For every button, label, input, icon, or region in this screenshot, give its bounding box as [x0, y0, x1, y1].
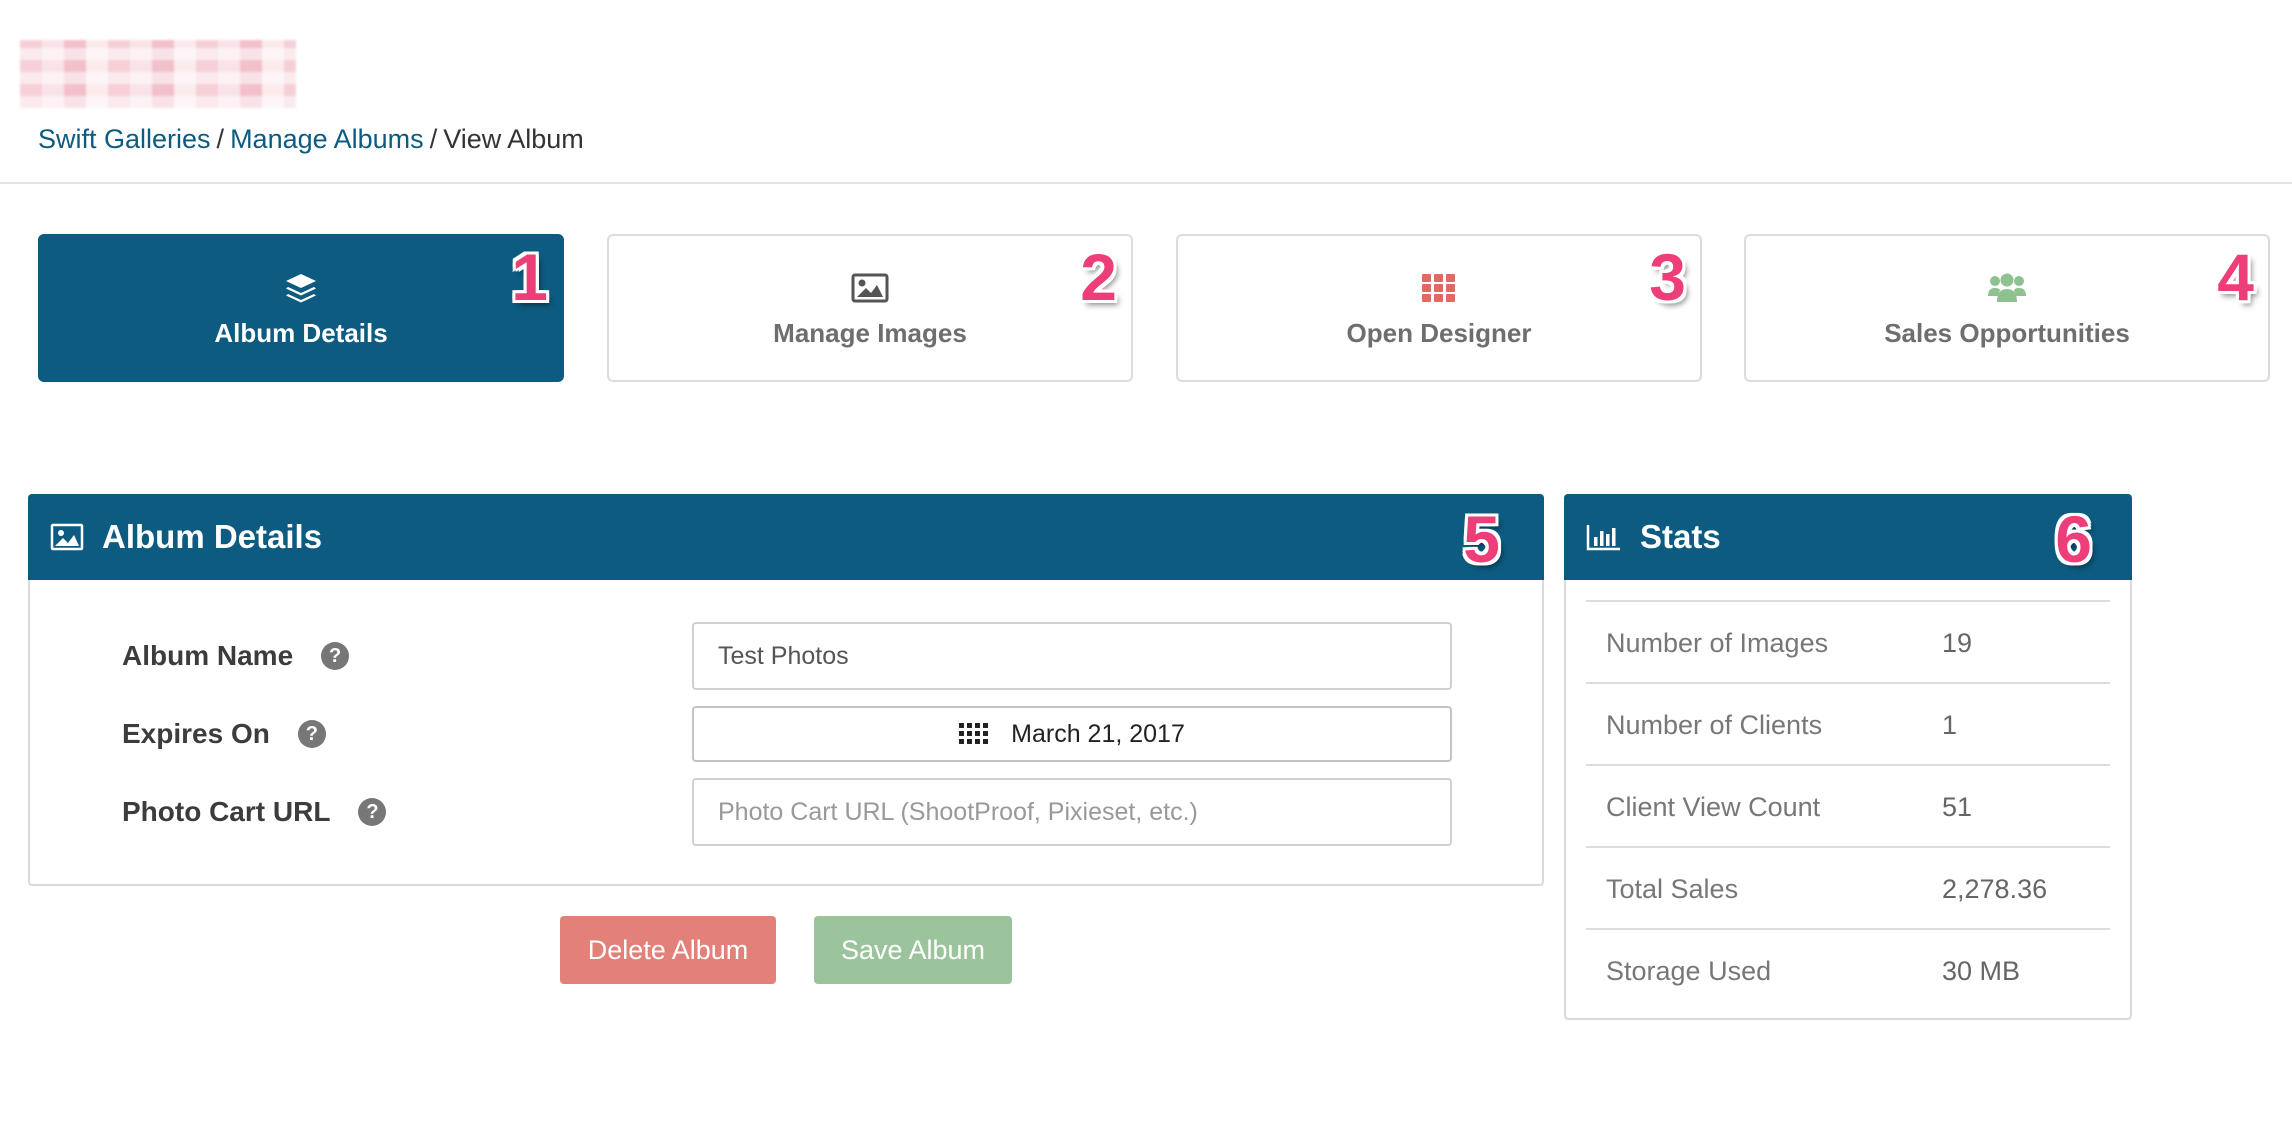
- breadcrumb-separator: /: [216, 124, 225, 154]
- save-album-button[interactable]: Save Album: [814, 916, 1012, 984]
- image-icon: [851, 268, 889, 308]
- marker-number: 3: [1649, 240, 1686, 314]
- tile-manage-images[interactable]: Manage Images 2: [607, 234, 1133, 382]
- tile-label: Sales Opportunities: [1884, 317, 2130, 348]
- field-label: Expires On ?: [122, 718, 326, 750]
- photo-cart-url-input[interactable]: [692, 778, 1452, 846]
- marker-number: 1: [511, 240, 548, 314]
- marker-number: 6: [2055, 502, 2092, 576]
- album-name-label: Album Name: [122, 640, 294, 671]
- help-icon[interactable]: ?: [358, 798, 387, 826]
- photo-cart-url-label: Photo Cart URL: [122, 796, 331, 827]
- stats-panel: Stats 6 Number of Images 19 Number of Cl…: [1564, 494, 2132, 1020]
- expires-on-value: March 21, 2017: [1011, 719, 1185, 748]
- album-details-panel: Album Details 5 Album Name ? Expires On …: [28, 494, 1544, 886]
- tile-label: Manage Images: [773, 317, 967, 348]
- panel-title: Stats: [1640, 518, 1721, 555]
- stat-label: Number of Images: [1606, 627, 1829, 658]
- stat-row: Number of Images 19: [1586, 600, 2110, 684]
- marker-number: 5: [1463, 502, 1500, 576]
- stat-value: 2,278.36: [1942, 873, 2048, 904]
- picture-icon: [50, 523, 84, 551]
- form-row-photo-cart-url: Photo Cart URL ?: [30, 778, 1542, 846]
- album-name-input[interactable]: [692, 622, 1452, 690]
- stat-label: Total Sales: [1606, 873, 1739, 904]
- tile-sales-opportunities[interactable]: Sales Opportunities 4: [1744, 234, 2270, 382]
- header-divider: [0, 182, 2292, 184]
- form-row-album-name: Album Name ?: [30, 622, 1542, 690]
- stat-value: 1: [1942, 709, 1958, 740]
- calendar-icon: [959, 723, 989, 745]
- stat-row: Number of Clients 1: [1586, 682, 2110, 766]
- tile-open-designer[interactable]: Open Designer 3: [1176, 234, 1702, 382]
- breadcrumb-link-home[interactable]: Swift Galleries: [38, 124, 211, 154]
- tile-album-details[interactable]: Album Details 1: [38, 234, 564, 382]
- grid-icon: [1421, 268, 1457, 308]
- layers-icon: [284, 268, 318, 308]
- field-label: Album Name ?: [122, 640, 350, 672]
- stat-value: 19: [1942, 627, 1973, 658]
- help-icon[interactable]: ?: [321, 642, 350, 670]
- stat-label: Number of Clients: [1606, 709, 1823, 740]
- panel-title: Album Details: [102, 518, 323, 555]
- delete-album-button[interactable]: Delete Album: [560, 916, 776, 984]
- tile-label: Album Details: [214, 317, 388, 348]
- stat-value: 30 MB: [1942, 955, 2021, 986]
- stat-label: Client View Count: [1606, 791, 1821, 822]
- breadcrumb-separator: /: [429, 124, 438, 154]
- logo: [20, 40, 296, 108]
- marker-number: 2: [1080, 240, 1117, 314]
- panel-header: Album Details 5: [28, 494, 1544, 580]
- breadcrumb-link-manage-albums[interactable]: Manage Albums: [230, 124, 424, 154]
- stat-row: Client View Count 51: [1586, 764, 2110, 848]
- users-icon: [1987, 268, 2027, 308]
- marker-number: 4: [2217, 240, 2254, 314]
- breadcrumb: Swift Galleries / Manage Albums / View Album: [38, 124, 584, 155]
- stat-value: 51: [1942, 791, 1973, 822]
- stat-row: Storage Used 30 MB: [1586, 928, 2110, 1012]
- field-label: Photo Cart URL ?: [122, 796, 387, 828]
- stat-label: Storage Used: [1606, 955, 1772, 986]
- stat-row: Total Sales 2,278.36: [1586, 846, 2110, 930]
- breadcrumb-current: View Album: [443, 124, 584, 154]
- expires-on-label: Expires On: [122, 718, 270, 749]
- expires-on-date-picker[interactable]: March 21, 2017: [692, 706, 1452, 762]
- panel-header: Stats 6: [1564, 494, 2132, 580]
- tile-label: Open Designer: [1346, 317, 1532, 348]
- form-row-expires-on: Expires On ? March 21, 2017: [30, 700, 1542, 768]
- bar-chart-icon: [1586, 523, 1622, 551]
- help-icon[interactable]: ?: [297, 720, 326, 748]
